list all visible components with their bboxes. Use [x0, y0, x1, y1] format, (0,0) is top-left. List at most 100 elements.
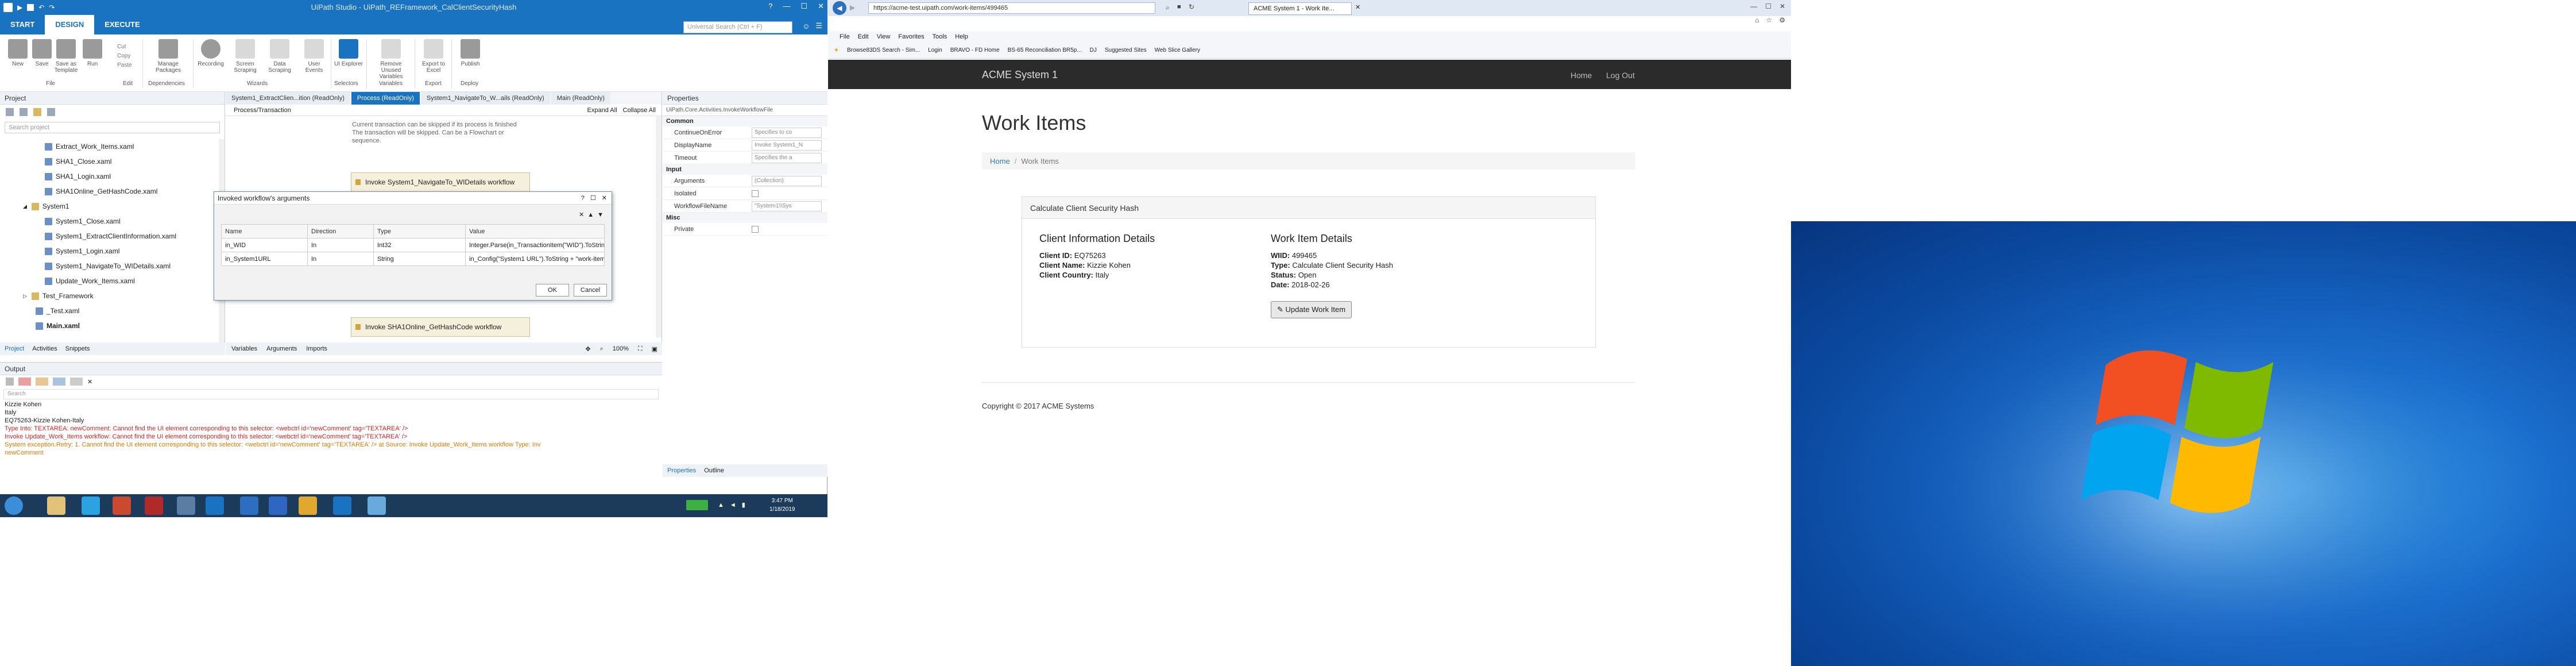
- doc-tab[interactable]: System1_ExtractClien...ition (ReadOnly): [226, 92, 350, 105]
- paste-button[interactable]: Paste: [117, 61, 132, 70]
- tree-item[interactable]: Update_Work_Items.xaml: [0, 274, 218, 288]
- firefox-icon[interactable]: [113, 496, 131, 515]
- help-icon[interactable]: ?: [581, 195, 585, 202]
- tab-activities[interactable]: Activities: [32, 345, 57, 352]
- tree-item[interactable]: SHA1_Close.xaml: [0, 154, 218, 169]
- uipath-studio-icon[interactable]: [206, 496, 224, 515]
- screen-scraping-button[interactable]: Screen Scraping: [230, 39, 261, 74]
- settings-icon[interactable]: [47, 108, 55, 116]
- favorite-link[interactable]: BS-65 Reconciliation BR5p...: [1008, 47, 1082, 53]
- expand-icon[interactable]: [20, 108, 28, 116]
- close-tab-icon[interactable]: ✕: [1355, 3, 1360, 11]
- doc-tab-active[interactable]: Process (ReadOnly): [351, 92, 420, 105]
- tab-outline[interactable]: Outline: [704, 467, 724, 474]
- minimize-button[interactable]: —: [1750, 2, 1757, 10]
- favorites-star-icon[interactable]: ☆: [1766, 16, 1772, 24]
- forward-icon[interactable]: ▶: [850, 3, 855, 11]
- argument-name-cell[interactable]: in_WID: [221, 238, 308, 252]
- favorite-link[interactable]: Suggested Sites: [1105, 47, 1147, 53]
- argument-type-cell[interactable]: String: [373, 252, 466, 266]
- back-icon[interactable]: ◀: [833, 1, 846, 15]
- tab-execute[interactable]: EXECUTE: [94, 15, 150, 34]
- argument-name-cell[interactable]: in_System1URL: [221, 252, 308, 266]
- output-line[interactable]: Type Into: TEXTAREA: newComment: Cannot …: [0, 425, 662, 433]
- menu-help[interactable]: Help: [955, 33, 968, 40]
- refresh-icon[interactable]: ↻: [1189, 3, 1194, 11]
- favorite-link[interactable]: DJ: [1090, 47, 1097, 53]
- category-input[interactable]: Input: [663, 164, 827, 175]
- run-button[interactable]: Run: [77, 39, 108, 67]
- breadcrumb-home[interactable]: Home: [990, 157, 1010, 165]
- invoke-sha1-activity[interactable]: Invoke SHA1Online_GetHashCode workflow: [351, 317, 530, 337]
- collapse-arrow-icon[interactable]: ◢: [23, 199, 27, 214]
- data-scraping-button[interactable]: Data Scraping: [264, 39, 295, 74]
- doc-tab[interactable]: System1_NavigateTo_W...ails (ReadOnly): [420, 92, 550, 105]
- clear-icon[interactable]: [6, 378, 14, 386]
- category-common[interactable]: Common: [663, 116, 827, 126]
- tree-item[interactable]: System1_ExtractClientInformation.xaml: [0, 229, 218, 244]
- arguments-collection-input[interactable]: (Collection): [752, 175, 822, 186]
- argument-type-cell[interactable]: Int32: [373, 238, 466, 252]
- remove-unused-variables-button[interactable]: Remove Unused Variables: [371, 39, 411, 80]
- workflow-filename-input[interactable]: "System1\\Sys: [752, 201, 822, 211]
- uipath-robot-icon[interactable]: [333, 496, 351, 515]
- tree-item[interactable]: System1_Close.xaml: [0, 214, 218, 229]
- volume-icon[interactable]: ◄: [730, 502, 736, 509]
- table-row[interactable]: in_WID In Int32 Integer.Parse(in_Transac…: [221, 238, 605, 252]
- errors-filter-icon[interactable]: [18, 378, 31, 386]
- overview-icon[interactable]: ▣: [652, 345, 657, 353]
- refresh-icon[interactable]: [6, 108, 14, 116]
- isolated-checkbox[interactable]: [752, 190, 759, 197]
- search-icon[interactable]: ⌕: [600, 345, 604, 353]
- designer-scrollbar[interactable]: [656, 116, 662, 338]
- tab-start[interactable]: START: [0, 15, 45, 34]
- publish-button[interactable]: Publish: [455, 39, 486, 67]
- battery-indicator[interactable]: [686, 500, 708, 510]
- tree-item[interactable]: System1_NavigateTo_WIDetails.xaml: [0, 259, 218, 274]
- copy-button[interactable]: Copy: [117, 52, 132, 61]
- output-line[interactable]: System exception.Retry: 1. Cannot find t…: [0, 441, 662, 449]
- menu-file[interactable]: File: [840, 33, 850, 40]
- argument-direction-cell[interactable]: In: [307, 238, 374, 252]
- invoke-navigate-activity[interactable]: Invoke System1_NavigateTo_WIDetails work…: [351, 172, 530, 192]
- tab-project[interactable]: Project: [5, 345, 24, 352]
- warnings-filter-icon[interactable]: [36, 378, 48, 386]
- notification-icon[interactable]: ☰: [815, 21, 822, 30]
- move-up-icon[interactable]: ▲: [587, 211, 594, 218]
- maximize-icon[interactable]: ☐: [590, 194, 596, 202]
- gear-icon[interactable]: ⚙: [1779, 16, 1785, 24]
- output-line[interactable]: Invoke Update_Work_Items workflow: Canno…: [0, 433, 662, 441]
- tree-item-main[interactable]: Main.xaml: [0, 318, 218, 333]
- export-to-excel-button[interactable]: Export to Excel: [418, 39, 449, 74]
- menu-edit[interactable]: Edit: [858, 33, 869, 40]
- tray-icon[interactable]: ▲: [718, 502, 724, 509]
- minimize-button[interactable]: —: [783, 2, 790, 11]
- tab-design[interactable]: DESIGN: [45, 15, 95, 34]
- account-icon[interactable]: ☺: [802, 22, 810, 30]
- tab-snippets[interactable]: Snippets: [65, 345, 90, 352]
- start-button-icon[interactable]: [5, 496, 23, 515]
- close-icon[interactable]: ✕: [602, 194, 607, 202]
- ok-button[interactable]: OK: [536, 284, 569, 297]
- tab-variables[interactable]: Variables: [231, 345, 257, 352]
- universal-search-input[interactable]: Universal Search (Ctrl + F): [683, 21, 792, 33]
- output-search-input[interactable]: Search: [3, 389, 659, 399]
- nav-logout-link[interactable]: Log Out: [1606, 71, 1635, 80]
- expand-all-link[interactable]: Expand All: [587, 107, 617, 114]
- collapse-all-link[interactable]: Collapse All: [623, 107, 656, 114]
- update-work-item-button[interactable]: ✎ Update Work Item: [1271, 301, 1352, 318]
- network-tray-icon[interactable]: ▮: [742, 501, 745, 509]
- table-row[interactable]: in_System1URL In String in_Config("Syste…: [221, 252, 605, 266]
- tree-item[interactable]: _Test.xaml: [0, 303, 218, 318]
- tree-item[interactable]: SHA1Online_GetHashCode.xaml: [0, 184, 218, 199]
- tree-item[interactable]: Extract_Work_Items.xaml: [0, 139, 218, 154]
- url-input[interactable]: https://acme-test.uipath.com/work-items/…: [868, 2, 1155, 14]
- tree-folder[interactable]: ◢ System1: [0, 199, 218, 214]
- output-line[interactable]: EQ75263-Kizzie Kohen-Italy: [0, 417, 662, 425]
- private-checkbox[interactable]: [752, 225, 759, 233]
- nav-home-link[interactable]: Home: [1571, 71, 1592, 80]
- output-line[interactable]: Kizzie Kohen: [0, 401, 662, 409]
- acme-brand[interactable]: ACME System 1: [982, 69, 1058, 81]
- fit-screen-icon[interactable]: ⛶: [638, 345, 643, 353]
- search-icon[interactable]: ⌕: [1166, 3, 1170, 12]
